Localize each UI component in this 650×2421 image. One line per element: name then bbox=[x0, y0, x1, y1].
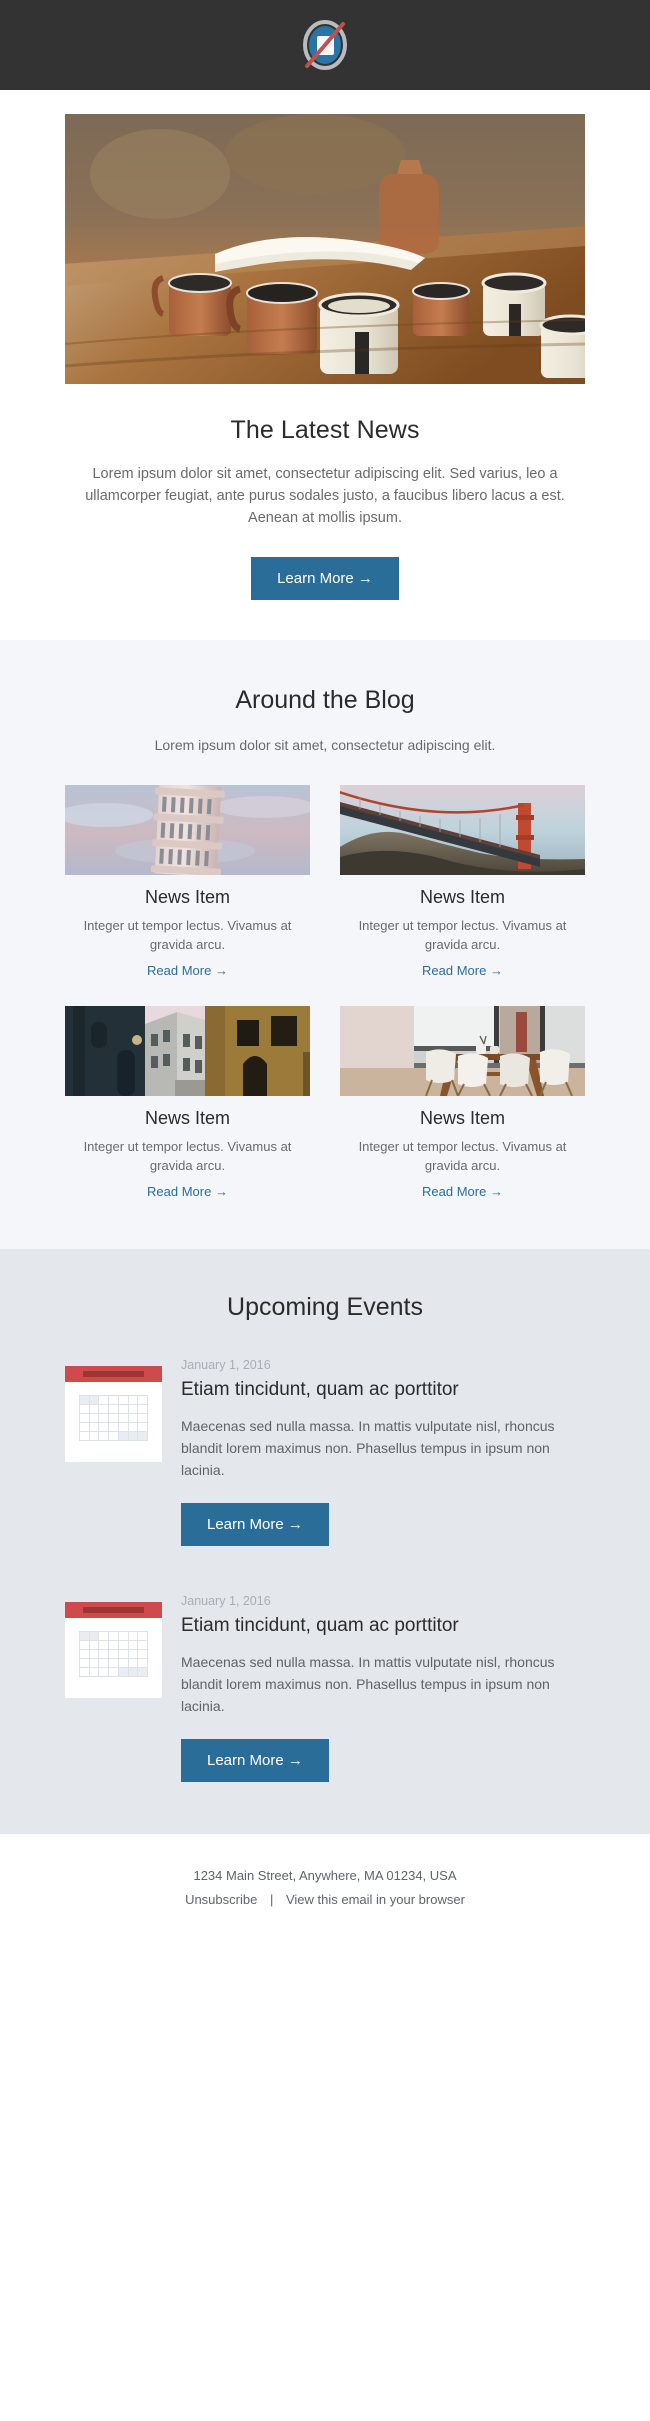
blog-card[interactable]: News Item Integer ut tempor lectus. Viva… bbox=[65, 1006, 310, 1199]
calendar-grid bbox=[79, 1631, 148, 1677]
blog-card-title: News Item bbox=[419, 887, 506, 907]
blog-card-body: Integer ut tempor lectus. Vivamus at gra… bbox=[358, 918, 567, 952]
events-section-title: Upcoming Events bbox=[227, 1293, 423, 1321]
calendar-icon bbox=[65, 1602, 162, 1698]
blog-card-read-more-link[interactable]: Read More → bbox=[340, 1184, 585, 1199]
hero-title: The Latest News bbox=[230, 416, 420, 444]
event-date: January 1, 2016 bbox=[181, 1358, 271, 1372]
calendar-header-inner-bar bbox=[83, 1371, 144, 1377]
hero-body-text: Lorem ipsum dolor sit amet, consectetur … bbox=[85, 466, 565, 526]
event-calendar-column bbox=[65, 1358, 175, 1462]
blog-card-title: News Item bbox=[144, 887, 231, 907]
footer-links: Unsubscribe | View this email in your br… bbox=[0, 1892, 650, 1907]
blog-card-read-more-link[interactable]: Read More → bbox=[340, 963, 585, 978]
event-learn-more-button[interactable]: Learn More → bbox=[181, 1739, 329, 1782]
hero-image-wrapper bbox=[65, 114, 585, 384]
blog-card[interactable]: News Item Integer ut tempor lectus. Viva… bbox=[340, 785, 585, 978]
unsubscribe-link[interactable]: Unsubscribe bbox=[185, 1892, 257, 1907]
email-footer: 1234 Main Street, Anywhere, MA 01234, US… bbox=[0, 1834, 650, 1953]
email-header bbox=[0, 0, 650, 90]
event-item: January 1, 2016 Etiam tincidunt, quam ac… bbox=[65, 1594, 585, 1782]
view-in-browser-link[interactable]: View this email in your browser bbox=[286, 1892, 465, 1907]
calendar-icon bbox=[65, 1366, 162, 1462]
event-content: January 1, 2016 Etiam tincidunt, quam ac… bbox=[175, 1358, 585, 1546]
broken-image-icon bbox=[303, 20, 347, 70]
blog-card-body: Integer ut tempor lectus. Vivamus at gra… bbox=[83, 918, 292, 952]
event-content: January 1, 2016 Etiam tincidunt, quam ac… bbox=[175, 1594, 585, 1782]
calendar-header-bar bbox=[65, 1366, 162, 1382]
event-date: January 1, 2016 bbox=[181, 1594, 271, 1608]
event-description: Maecenas sed nulla massa. In mattis vulp… bbox=[181, 1654, 555, 1714]
blog-card-title: News Item bbox=[419, 1108, 506, 1128]
blog-card[interactable]: News Item Integer ut tempor lectus. Viva… bbox=[340, 1006, 585, 1199]
hero-button-wrapper: Learn More → bbox=[0, 557, 650, 600]
calendar-header-inner-bar bbox=[83, 1607, 144, 1613]
event-calendar-column bbox=[65, 1594, 175, 1698]
blog-card-body: Integer ut tempor lectus. Vivamus at gra… bbox=[358, 1139, 567, 1173]
event-item: January 1, 2016 Etiam tincidunt, quam ac… bbox=[65, 1358, 585, 1546]
hero-image bbox=[65, 114, 585, 384]
event-title: Etiam tincidunt, quam ac porttitor bbox=[181, 1379, 459, 1400]
blog-card-image-street[interactable] bbox=[65, 1006, 310, 1096]
blog-card-read-more-link[interactable]: Read More → bbox=[65, 963, 310, 978]
blog-card-title: News Item bbox=[144, 1108, 231, 1128]
hero-learn-more-button[interactable]: Learn More → bbox=[251, 557, 399, 600]
footer-separator: | bbox=[269, 1892, 274, 1907]
event-description: Maecenas sed nulla massa. In mattis vulp… bbox=[181, 1418, 555, 1478]
footer-address: 1234 Main Street, Anywhere, MA 01234, US… bbox=[193, 1868, 457, 1883]
blog-card[interactable]: News Item Integer ut tempor lectus. Viva… bbox=[65, 785, 310, 978]
hero-section: The Latest News Lorem ipsum dolor sit am… bbox=[0, 90, 650, 640]
blog-card-image-pisa[interactable] bbox=[65, 785, 310, 875]
event-title: Etiam tincidunt, quam ac porttitor bbox=[181, 1615, 459, 1636]
blog-section-subtitle: Lorem ipsum dolor sit amet, consectetur … bbox=[154, 737, 496, 753]
blog-card-body: Integer ut tempor lectus. Vivamus at gra… bbox=[83, 1139, 292, 1173]
blog-card-image-dining[interactable] bbox=[340, 1006, 585, 1096]
blog-section-title: Around the Blog bbox=[235, 686, 415, 714]
calendar-header-bar bbox=[65, 1602, 162, 1618]
email-body: The Latest News Lorem ipsum dolor sit am… bbox=[0, 0, 650, 1953]
event-button-wrapper: Learn More → bbox=[181, 1739, 585, 1782]
blog-card-read-more-link[interactable]: Read More → bbox=[65, 1184, 310, 1199]
blog-card-image-bridge[interactable] bbox=[340, 785, 585, 875]
blog-section: Around the Blog Lorem ipsum dolor sit am… bbox=[0, 640, 650, 1249]
calendar-grid bbox=[79, 1395, 148, 1441]
events-section: Upcoming Events January 1, 2016 Etiam ti… bbox=[0, 1249, 650, 1834]
event-learn-more-button[interactable]: Learn More → bbox=[181, 1503, 329, 1546]
event-button-wrapper: Learn More → bbox=[181, 1503, 585, 1546]
blog-card-grid: News Item Integer ut tempor lectus. Viva… bbox=[65, 785, 585, 1199]
